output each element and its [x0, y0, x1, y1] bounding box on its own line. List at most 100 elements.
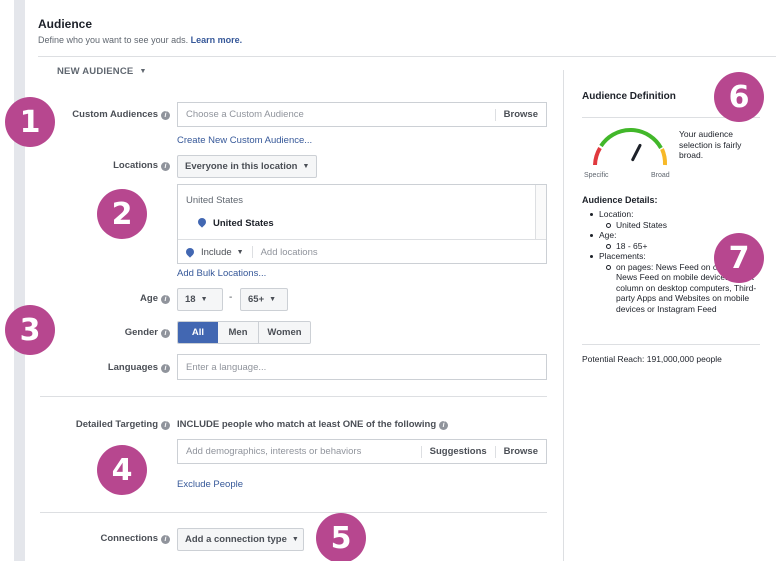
- gender-all-button[interactable]: All: [178, 322, 218, 343]
- include-dropdown[interactable]: Include ▼: [184, 246, 244, 258]
- new-audience-dropdown[interactable]: NEW AUDIENCE ▼: [57, 66, 147, 77]
- detailed-targeting-input[interactable]: Add demographics, interests or behaviors…: [177, 439, 547, 464]
- info-icon[interactable]: i: [161, 421, 170, 430]
- connection-type-value: Add a connection type: [185, 534, 287, 545]
- include-rule-text: INCLUDE people who match at least ONE of…: [177, 419, 437, 430]
- selected-location-text: United States: [213, 218, 274, 229]
- annotation-badge-1: 1: [5, 97, 55, 147]
- annotation-badge-5: 5: [316, 513, 366, 561]
- create-custom-audience-link[interactable]: Create New Custom Audience...: [177, 135, 312, 146]
- connections-label: Connections i: [80, 533, 170, 544]
- section-title: Audience: [38, 17, 93, 31]
- audience-size-description: Your audience selection is fairly broad.: [679, 129, 742, 160]
- gauge-broad-label: Broad: [651, 172, 670, 179]
- audience-definition-title: Audience Definition: [582, 91, 676, 102]
- detail-location-value: United States: [590, 220, 765, 231]
- chevron-down-icon: ▼: [139, 68, 147, 75]
- annotation-badge-7: 7: [714, 233, 764, 283]
- annotation-badge-4: 4: [97, 445, 147, 495]
- custom-audience-actions: Browse: [494, 103, 546, 126]
- location-type-dropdown[interactable]: Everyone in this location ▼: [177, 155, 317, 178]
- locations-scrollbar[interactable]: [535, 185, 546, 239]
- gauge-green-segment: [599, 128, 663, 150]
- age-separator: -: [229, 292, 233, 303]
- language-input[interactable]: Enter a language...: [177, 354, 547, 380]
- selected-location[interactable]: United States: [196, 216, 274, 229]
- chevron-down-icon: ▼: [269, 296, 277, 303]
- detailed-targeting-actions: Suggestions Browse: [420, 440, 546, 463]
- age-min-value: 18: [185, 294, 196, 305]
- info-icon[interactable]: i: [161, 364, 170, 373]
- chevron-down-icon: ▼: [236, 248, 244, 256]
- audience-details-title: Audience Details:: [582, 195, 658, 205]
- subtitle-text: Define who you want to see your ads.: [38, 35, 189, 45]
- age-max-value: 65+: [248, 294, 265, 305]
- country-group-heading: United States: [186, 195, 244, 206]
- left-sidebar-bar: [14, 0, 25, 561]
- info-icon[interactable]: i: [161, 162, 170, 171]
- add-locations-input[interactable]: Add locations: [261, 247, 318, 258]
- info-icon[interactable]: i: [161, 295, 170, 304]
- locations-box: United States United States Include ▼ Add…: [177, 184, 547, 264]
- custom-audience-placeholder: Choose a Custom Audience: [186, 109, 304, 120]
- gauge-specific-label: Specific: [584, 172, 609, 179]
- suggestions-button[interactable]: Suggestions: [422, 446, 495, 457]
- annotation-badge-3: 3: [5, 305, 55, 355]
- location-pin-icon: [196, 216, 208, 228]
- custom-audience-input[interactable]: Choose a Custom Audience Browse: [177, 102, 547, 127]
- gender-label: Gender i: [100, 327, 170, 338]
- locations-add-row: Include ▼ Add locations: [178, 239, 546, 264]
- info-icon[interactable]: i: [161, 329, 170, 338]
- connections-label-text: Connections: [100, 533, 158, 544]
- add-bulk-locations-link[interactable]: Add Bulk Locations...: [177, 268, 266, 279]
- include-label: Include: [201, 246, 232, 258]
- languages-label: Languages i: [80, 362, 170, 373]
- languages-label-text: Languages: [107, 362, 158, 373]
- detailed-targeting-label-text: Detailed Targeting: [75, 419, 158, 430]
- targeting-include-text: INCLUDE people who match at least ONE of…: [177, 419, 449, 430]
- annotation-badge-2: 2: [97, 189, 147, 239]
- age-label: Age i: [100, 293, 170, 304]
- detailed-targeting-placeholder: Add demographics, interests or behaviors: [186, 446, 362, 457]
- age-label-text: Age: [140, 293, 158, 304]
- annotation-badge-6: 6: [714, 72, 764, 122]
- language-placeholder: Enter a language...: [186, 361, 267, 373]
- section-divider: [40, 512, 547, 513]
- browse-button[interactable]: Browse: [496, 446, 546, 457]
- location-type-value: Everyone in this location: [185, 161, 298, 172]
- info-icon[interactable]: i: [439, 421, 449, 430]
- chevron-down-icon: ▼: [291, 536, 299, 543]
- gender-label-text: Gender: [124, 327, 158, 338]
- gender-men-button[interactable]: Men: [218, 322, 258, 343]
- audience-gauge: [593, 128, 668, 166]
- section-divider: [40, 396, 547, 397]
- info-icon[interactable]: i: [161, 535, 170, 544]
- gender-women-button[interactable]: Women: [258, 322, 310, 343]
- section-subtitle: Define who you want to see your ads. Lea…: [38, 35, 242, 45]
- gauge-orange-segment: [660, 148, 668, 166]
- gauge-red-segment: [593, 146, 602, 166]
- detailed-targeting-label: Detailed Targeting i: [60, 419, 170, 430]
- gauge-needle: [631, 143, 642, 162]
- locations-label-text: Locations: [113, 160, 158, 171]
- new-audience-label: NEW AUDIENCE: [57, 66, 134, 77]
- connection-type-dropdown[interactable]: Add a connection type ▼: [177, 528, 304, 551]
- browse-button[interactable]: Browse: [496, 109, 546, 120]
- potential-reach: Potential Reach: 191,000,000 people: [582, 354, 722, 364]
- panel-divider: [582, 344, 760, 345]
- locations-label: Locations i: [66, 160, 170, 171]
- exclude-people-link[interactable]: Exclude People: [177, 479, 243, 490]
- age-min-dropdown[interactable]: 18 ▼: [177, 288, 223, 311]
- audience-panel: Audience Define who you want to see your…: [0, 0, 778, 561]
- location-pin-icon: [184, 246, 196, 258]
- gender-toggle-group: All Men Women: [177, 321, 311, 344]
- learn-more-link[interactable]: Learn more.: [191, 35, 243, 45]
- info-icon[interactable]: i: [161, 111, 170, 120]
- divider: [251, 246, 253, 258]
- chevron-down-icon: ▼: [200, 296, 208, 303]
- detail-location-label: Location:: [590, 209, 765, 220]
- age-max-dropdown[interactable]: 65+ ▼: [240, 288, 288, 311]
- chevron-down-icon: ▼: [302, 163, 310, 170]
- custom-audiences-label: Custom Audiences i: [66, 109, 170, 120]
- custom-audiences-label-text: Custom Audiences: [72, 109, 158, 120]
